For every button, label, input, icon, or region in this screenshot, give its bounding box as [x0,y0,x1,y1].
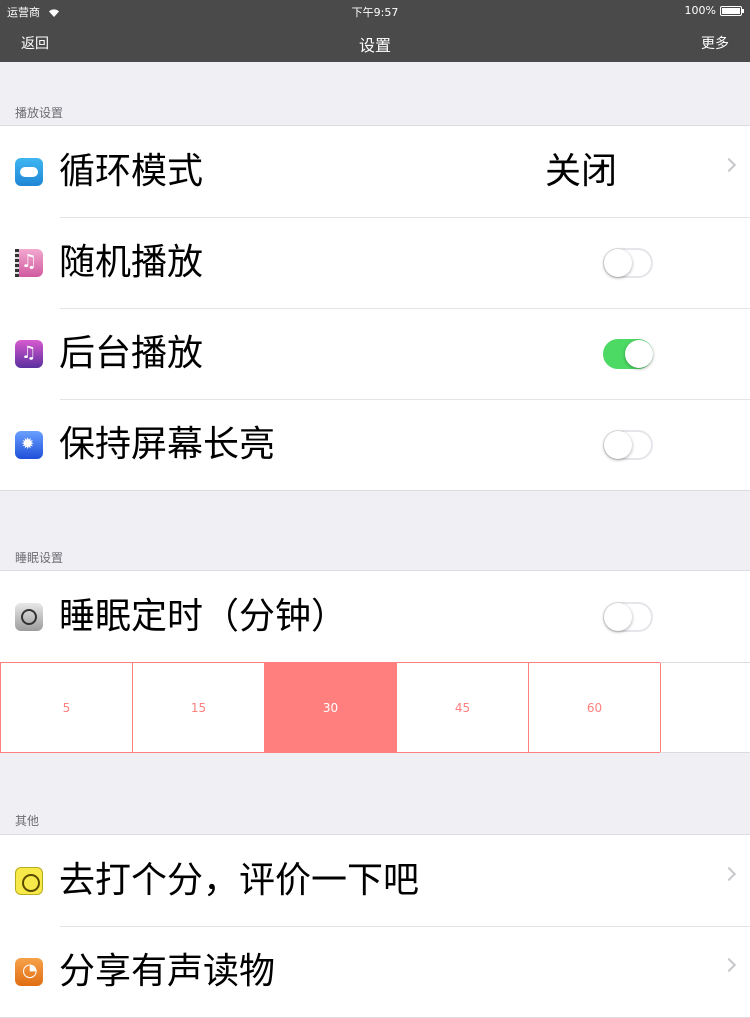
shuffle-music-icon [15,249,43,277]
chevron-right-icon [721,866,737,882]
page-title: 设置 [358,36,391,55]
chevron-right-icon [721,957,737,973]
keep-screen-on-switch[interactable] [603,430,653,460]
top-bar: 运营商 下午9:57 100% 返回 设置 更多 [0,0,750,62]
sleep-timer-switch[interactable] [603,602,653,632]
music-note-icon [15,340,43,368]
share-row[interactable]: 分享有声读物 [0,926,750,1017]
loop-icon [15,158,43,186]
section-header-other: 其他 [15,814,40,828]
shuffle-switch[interactable] [603,248,653,278]
switch-knob [604,431,632,459]
minutes-option-30[interactable]: 30 [264,662,397,753]
shuffle-label: 随机播放 [59,242,204,283]
smiley-icon [15,867,43,895]
brightness-icon [15,431,43,459]
share-rss-icon [15,958,43,986]
status-time: 下午9:57 [351,6,399,19]
battery-icon [720,5,744,16]
more-button[interactable]: 更多 [701,33,729,53]
sleep-timer-row: 睡眠定时（分钟） [0,571,750,662]
section-header-playback: 播放设置 [15,106,64,120]
section-header-sleep: 睡眠设置 [15,551,64,565]
switch-knob [604,249,632,277]
other-group: 去打个分，评价一下吧 分享有声读物 [0,834,750,1018]
battery-indicator: 100% [684,4,744,17]
loop-mode-value: 关闭 [545,151,618,192]
background-play-switch[interactable] [603,339,653,369]
shuffle-row: 随机播放 [0,217,750,308]
minutes-option-60[interactable]: 60 [528,662,661,753]
chevron-right-icon [721,157,737,173]
switch-knob [625,340,653,368]
minutes-option-5[interactable]: 5 [0,662,133,753]
battery-percent: 100% [684,4,716,17]
background-play-row: 后台播放 [0,308,750,399]
sleep-settings-group: 睡眠定时（分钟） [0,570,750,662]
minutes-option-45[interactable]: 45 [396,662,529,753]
sleep-timer-label: 睡眠定时（分钟） [59,596,348,637]
background-play-label: 后台播放 [59,333,204,374]
status-bar: 运营商 下午9:57 100% [0,0,750,22]
keep-screen-on-label: 保持屏幕长亮 [59,424,276,465]
playback-settings-group: 循环模式 关闭 随机播放 后台播放 保持屏幕长亮 [0,125,750,491]
clock-icon [15,603,43,631]
sleep-minutes-selector: 5 15 30 45 60 [0,662,750,753]
selector-spacer [660,662,750,753]
rate-app-row[interactable]: 去打个分，评价一下吧 [0,835,750,926]
switch-knob [604,603,632,631]
minutes-option-15[interactable]: 15 [132,662,265,753]
keep-screen-on-row: 保持屏幕长亮 [0,399,750,490]
rate-app-label: 去打个分，评价一下吧 [59,860,420,901]
loop-mode-label: 循环模式 [59,151,204,192]
loop-mode-row[interactable]: 循环模式 关闭 [0,126,750,217]
share-label: 分享有声读物 [59,951,276,992]
